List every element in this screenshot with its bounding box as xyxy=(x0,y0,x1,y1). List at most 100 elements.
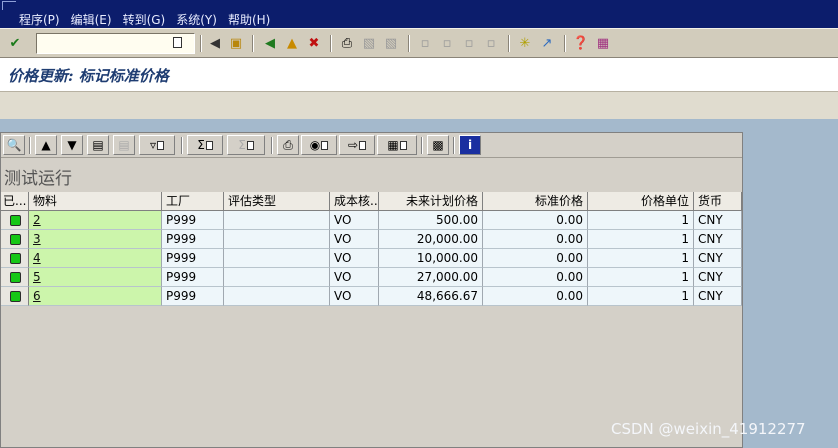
layout-menu-icon[interactable]: ▦ xyxy=(593,33,613,53)
column-header-price-unit[interactable]: 价格单位 xyxy=(588,192,694,211)
status-light-icon xyxy=(10,234,21,245)
last-page-icon[interactable]: ▫ xyxy=(481,33,501,53)
standard-price-cell: 0.00 xyxy=(483,230,588,249)
find-next-icon[interactable]: ▤ xyxy=(113,135,135,155)
material-cell[interactable]: 5 xyxy=(29,268,162,287)
currency-cell: CNY xyxy=(694,287,742,306)
material-link[interactable]: 4 xyxy=(33,251,41,265)
plant-cell: P999 xyxy=(162,249,224,268)
costing-cell: VO xyxy=(330,230,379,249)
back-icon[interactable]: ◀ xyxy=(260,33,280,53)
info-icon[interactable]: i xyxy=(459,135,481,155)
costing-cell: VO xyxy=(330,249,379,268)
create-session-icon[interactable]: ✳ xyxy=(515,33,535,53)
currency-cell: CNY xyxy=(694,268,742,287)
cancel-icon[interactable]: ✖ xyxy=(304,33,324,53)
details-icon[interactable]: 🔍 xyxy=(3,135,25,155)
future-price-cell: 48,666.67 xyxy=(379,287,483,306)
plant-cell: P999 xyxy=(162,287,224,306)
column-header-standard-price[interactable]: 标准价格 xyxy=(483,192,588,211)
shortcut-icon[interactable]: ↗ xyxy=(537,33,557,53)
column-header-valuation-type[interactable]: 评估类型 xyxy=(224,192,330,211)
column-header-currency[interactable]: 货币 xyxy=(694,192,742,211)
menu-items: 程序(P) 编辑(E) 转到(G) 系统(Y) 帮助(H) xyxy=(19,11,270,28)
valuation-type-cell xyxy=(224,268,330,287)
export-icon[interactable]: ⇨ xyxy=(339,135,375,155)
plant-cell: P999 xyxy=(162,211,224,230)
status-light-icon xyxy=(10,272,21,283)
material-cell[interactable]: 3 xyxy=(29,230,162,249)
toolbar-separator xyxy=(271,137,273,154)
status-cell[interactable] xyxy=(1,268,29,287)
views-icon[interactable]: ◉ xyxy=(301,135,337,155)
toolbar-separator xyxy=(564,35,566,52)
enter-check-icon[interactable]: ✔ xyxy=(5,33,25,53)
toolbar-separator xyxy=(200,35,202,52)
valuation-type-cell xyxy=(224,287,330,306)
menu-system[interactable]: 系统(Y) xyxy=(176,11,217,28)
status-cell[interactable] xyxy=(1,249,29,268)
column-header-plant[interactable]: 工厂 xyxy=(162,192,224,211)
total-icon[interactable]: Σ xyxy=(187,135,223,155)
material-link[interactable]: 6 xyxy=(33,289,41,303)
status-light-icon xyxy=(10,253,21,264)
first-page-icon[interactable]: ▫ xyxy=(415,33,435,53)
find-icon[interactable]: ▤ xyxy=(87,135,109,155)
toolbar-separator xyxy=(508,35,510,52)
currency-cell: CNY xyxy=(694,249,742,268)
menu-edit[interactable]: 编辑(E) xyxy=(71,11,112,28)
material-cell[interactable]: 4 xyxy=(29,249,162,268)
collapse-arrow-icon[interactable]: ◀ xyxy=(205,33,225,53)
menu-goto[interactable]: 转到(G) xyxy=(123,11,166,28)
column-header-material[interactable]: 物料 xyxy=(29,192,162,211)
valuation-type-cell xyxy=(224,249,330,268)
material-cell[interactable]: 6 xyxy=(29,287,162,306)
next-page-icon[interactable]: ▫ xyxy=(459,33,479,53)
material-link[interactable]: 3 xyxy=(33,232,41,246)
valuation-type-cell xyxy=(224,211,330,230)
costing-cell: VO xyxy=(330,287,379,306)
column-header-future-price[interactable]: 未来计划价格 xyxy=(379,192,483,211)
status-cell[interactable] xyxy=(1,211,29,230)
save-icon[interactable]: ▣ xyxy=(226,33,246,53)
material-link[interactable]: 2 xyxy=(33,213,41,227)
material-cell[interactable]: 2 xyxy=(29,211,162,230)
subtotal-icon[interactable]: Σ xyxy=(227,135,265,155)
command-field[interactable] xyxy=(36,33,195,54)
previous-page-icon[interactable]: ▫ xyxy=(437,33,457,53)
menu-program[interactable]: 程序(P) xyxy=(19,11,60,28)
exit-icon[interactable]: ▲ xyxy=(282,33,302,53)
layout-icon[interactable]: ▦ xyxy=(377,135,417,155)
standard-price-cell: 0.00 xyxy=(483,211,588,230)
find-next-icon[interactable]: ▧ xyxy=(381,33,401,53)
sort-ascending-icon[interactable]: ▲ xyxy=(35,135,57,155)
menu-help[interactable]: 帮助(H) xyxy=(228,11,270,28)
status-cell[interactable] xyxy=(1,230,29,249)
toolbar-separator xyxy=(330,35,332,52)
column-header-status[interactable]: 已... xyxy=(1,192,29,211)
plant-cell: P999 xyxy=(162,268,224,287)
status-cell[interactable] xyxy=(1,287,29,306)
title-bar: 价格更新: 标记标准价格 xyxy=(0,58,838,91)
print-preview-icon[interactable]: ⎙ xyxy=(277,135,299,155)
standard-toolbar: ✔ ◀ ▣ ◀ ▲ ✖ ⎙ ▧ ▧ ▫ ▫ ▫ ▫ ✳ ↗ ❓ ▦ xyxy=(0,28,838,58)
command-history-icon[interactable] xyxy=(173,37,182,48)
command-input[interactable] xyxy=(37,34,167,51)
application-toolbar xyxy=(0,91,838,119)
status-light-icon xyxy=(10,291,21,302)
price-unit-cell: 1 xyxy=(588,230,694,249)
column-header-costing[interactable]: 成本核... xyxy=(330,192,379,211)
toolbar-separator xyxy=(181,137,183,154)
future-price-cell: 10,000.00 xyxy=(379,249,483,268)
graphic-icon[interactable]: ▩ xyxy=(427,135,449,155)
find-icon[interactable]: ▧ xyxy=(359,33,379,53)
toolbar-separator xyxy=(421,137,423,154)
sort-descending-icon[interactable]: ▼ xyxy=(61,135,83,155)
print-icon[interactable]: ⎙ xyxy=(337,33,357,53)
material-link[interactable]: 5 xyxy=(33,270,41,284)
window-menu-icon[interactable] xyxy=(2,1,16,10)
filter-icon[interactable]: ▿ xyxy=(139,135,175,155)
standard-price-cell: 0.00 xyxy=(483,268,588,287)
grid-title: 测试运行 xyxy=(4,169,72,189)
help-icon[interactable]: ❓ xyxy=(571,33,591,53)
